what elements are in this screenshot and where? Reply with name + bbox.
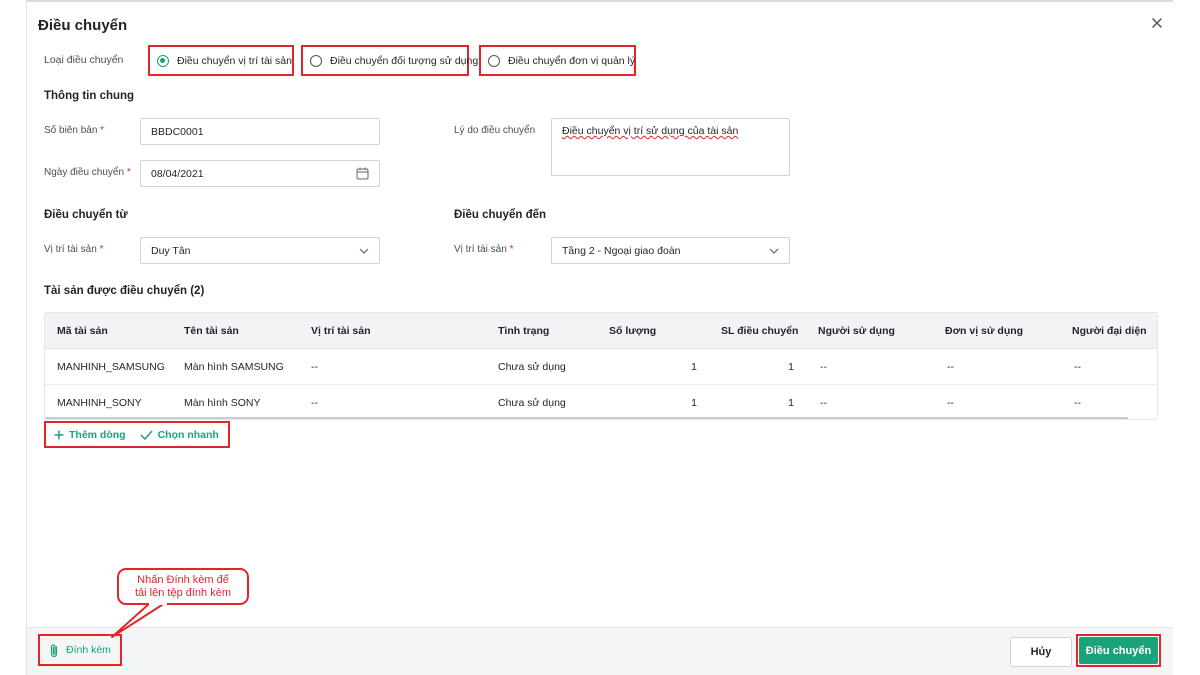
add-row-button[interactable]: Thêm dòng bbox=[54, 429, 126, 441]
cell-status: Chưa sử dụng bbox=[498, 361, 566, 373]
cell-representative: -- bbox=[1074, 397, 1081, 409]
quick-pick-label: Chọn nhanh bbox=[157, 428, 219, 441]
date-label: Ngày điều chuyển * bbox=[44, 167, 131, 178]
left-border bbox=[26, 0, 27, 675]
chevron-down-icon bbox=[769, 248, 779, 254]
radio-transfer-unit[interactable]: Điều chuyển đơn vị quản lý bbox=[479, 45, 636, 76]
assets-title: Tài sản được điều chuyển (2) bbox=[44, 285, 205, 297]
cell-asset-code: MANHINH_SAMSUNG bbox=[57, 361, 165, 373]
col-status: Tình trạng bbox=[498, 325, 550, 337]
from-location-select[interactable]: Duy Tân bbox=[140, 237, 380, 264]
cancel-button[interactable]: Hủy bbox=[1010, 637, 1072, 667]
col-transfer-qty: SL điều chuyển bbox=[721, 325, 799, 337]
table-row[interactable]: MANHINH_SONY Màn hình SONY -- Chưa sử dụ… bbox=[45, 385, 1157, 419]
table-header: Mã tài sản Tên tài sản Vị trí tài sản Tì… bbox=[45, 313, 1157, 349]
radio-label: Điều chuyển đối tượng sử dụng bbox=[330, 54, 479, 67]
col-using-unit: Đơn vị sử dụng bbox=[945, 325, 1024, 337]
dialog-title: Điều chuyển bbox=[38, 17, 128, 34]
from-location-label: Vị trí tài sản * bbox=[44, 244, 104, 255]
radio-checked-icon bbox=[157, 54, 169, 67]
paperclip-icon bbox=[50, 644, 58, 657]
col-quantity: Số lượng bbox=[609, 325, 657, 337]
radio-label: Điều chuyển đơn vị quản lý bbox=[508, 54, 636, 67]
calendar-icon[interactable] bbox=[356, 167, 369, 180]
table-actions: Thêm dòng Chọn nhanh bbox=[44, 421, 230, 448]
transfer-to-title: Điều chuyển đến bbox=[454, 209, 547, 221]
dialog-footer bbox=[27, 627, 1173, 675]
attach-label: Đính kèm bbox=[66, 644, 111, 656]
radio-label: Điều chuyển vị trí tài sản bbox=[177, 54, 292, 67]
transfer-from-title: Điều chuyển từ bbox=[44, 209, 128, 221]
radio-transfer-location[interactable]: Điều chuyển vị trí tài sản bbox=[148, 45, 294, 76]
radio-unchecked-icon bbox=[310, 54, 322, 67]
quick-pick-button[interactable]: Chọn nhanh bbox=[140, 429, 219, 441]
chevron-down-icon bbox=[359, 248, 369, 254]
record-no-label: Số biên bản * bbox=[44, 125, 105, 136]
close-icon[interactable] bbox=[1149, 15, 1165, 31]
cell-quantity: 1 bbox=[691, 397, 697, 409]
reason-textarea[interactable]: Điều chuyển vị trí sử dụng của tài sản bbox=[551, 118, 790, 176]
check-icon bbox=[140, 430, 153, 440]
radio-transfer-user[interactable]: Điều chuyển đối tượng sử dụng bbox=[301, 45, 478, 76]
cell-quantity: 1 bbox=[691, 361, 697, 373]
cell-asset-name: Màn hình SONY bbox=[184, 397, 261, 409]
cell-user: -- bbox=[820, 397, 827, 409]
cell-representative: -- bbox=[1074, 361, 1081, 373]
top-border bbox=[27, 0, 1173, 2]
horizontal-scrollbar[interactable] bbox=[45, 417, 1128, 419]
cell-asset-location: -- bbox=[311, 397, 318, 409]
cell-using-unit: -- bbox=[947, 361, 954, 373]
cell-transfer-qty[interactable]: 1 bbox=[745, 349, 794, 385]
table-row[interactable]: MANHINH_SAMSUNG Màn hình SAMSUNG -- Chưa… bbox=[45, 349, 1157, 385]
attach-button[interactable]: Đính kèm bbox=[38, 634, 122, 666]
col-user: Người sử dụng bbox=[818, 325, 895, 337]
date-input[interactable]: 08/04/2021 bbox=[140, 160, 380, 187]
radio-unchecked-icon bbox=[488, 54, 500, 67]
cell-status: Chưa sử dụng bbox=[498, 397, 566, 409]
to-location-select[interactable]: Tầng 2 - Ngoại giao đoàn bbox=[551, 237, 790, 264]
transfer-type-label: Loại điều chuyển bbox=[44, 54, 124, 66]
transfer-submit-button[interactable]: Điều chuyển bbox=[1079, 637, 1158, 664]
cell-asset-code: MANHINH_SONY bbox=[57, 397, 142, 409]
record-no-input[interactable]: BBDC0001 bbox=[140, 118, 380, 145]
cell-asset-name: Màn hình SAMSUNG bbox=[184, 361, 284, 373]
reason-label: Lý do điều chuyển bbox=[454, 125, 536, 136]
cell-asset-location: -- bbox=[311, 361, 318, 373]
col-representative: Người đại diện bbox=[1072, 325, 1147, 337]
cell-using-unit: -- bbox=[947, 397, 954, 409]
to-location-label: Vị trí tài sản * bbox=[454, 244, 514, 255]
col-asset-code: Mã tài sản bbox=[57, 325, 108, 337]
cell-user: -- bbox=[820, 361, 827, 373]
cell-transfer-qty[interactable]: 1 bbox=[745, 385, 794, 419]
callout-line-1: Nhấn Đính kèm để bbox=[137, 574, 229, 586]
callout-line-2: tải lên tệp đính kèm bbox=[134, 587, 231, 599]
general-info-title: Thông tin chung bbox=[44, 90, 135, 102]
add-row-label: Thêm dòng bbox=[69, 428, 126, 441]
assets-table: Mã tài sản Tên tài sản Vị trí tài sản Tì… bbox=[44, 312, 1158, 420]
plus-icon bbox=[54, 430, 64, 439]
col-asset-name: Tên tài sản bbox=[184, 325, 239, 337]
col-asset-location: Vị trí tài sản bbox=[311, 325, 371, 337]
attach-hint-callout: Nhấn Đính kèm để tải lên tệp đính kèm bbox=[117, 568, 249, 605]
